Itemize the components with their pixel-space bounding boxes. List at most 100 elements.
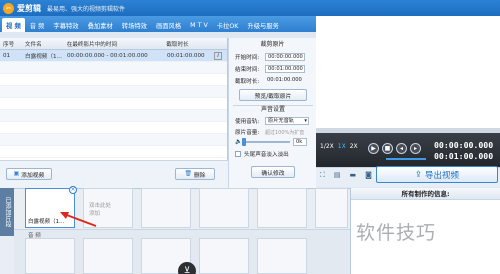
export-label: 导出视频 bbox=[425, 170, 460, 181]
audio-settings-title: 声音设置 bbox=[260, 106, 285, 113]
column-filename[interactable]: 文件名 bbox=[22, 40, 64, 48]
speed-half[interactable]: 1/2X bbox=[320, 143, 334, 150]
clip-duration-row: 截取时长: 00:01:00.000 bbox=[235, 77, 305, 85]
next-frame-icon[interactable]: ▸ bbox=[410, 143, 421, 154]
fade-label: 头尾声音淡入淡出 bbox=[244, 152, 289, 158]
confirm-changes-button[interactable]: 确认修改 bbox=[251, 166, 295, 178]
video-list-footer: ▣ 添加视频 🗑 删除 bbox=[0, 160, 228, 188]
trash-icon: 🗑 bbox=[184, 171, 192, 177]
player-controls bbox=[316, 133, 500, 167]
add-video-label: 添加视频 bbox=[21, 172, 45, 179]
current-time: 00:00:00.000 bbox=[434, 140, 494, 150]
audio-track-value: 原片无音轨 bbox=[268, 118, 294, 124]
end-time-input[interactable]: 00:01:00.000 bbox=[265, 65, 305, 73]
added-clips-label: 已添加片段 bbox=[0, 188, 14, 236]
table-row bbox=[0, 74, 227, 86]
clip-settings-title: 裁剪原片 bbox=[260, 41, 285, 48]
app-slogan: 最易用、强大的视频剪辑软件 bbox=[47, 5, 126, 13]
export-video-button[interactable]: ⇪ 导出视频 bbox=[376, 166, 498, 183]
stop-icon[interactable]: ■ bbox=[382, 143, 393, 154]
red-arrow-annotation bbox=[58, 210, 98, 228]
row-index: 01 bbox=[3, 52, 11, 59]
end-time-row: 结束时间: 00:01:00.000 bbox=[235, 65, 305, 73]
table-row[interactable]: 01 白露视频（1... 00:00:00.000 - 00:01:00.000… bbox=[0, 50, 227, 62]
save-icon[interactable]: ▤ bbox=[334, 171, 341, 180]
toolbar-icons: ⛶ ▤ ▬ ◙ bbox=[320, 171, 372, 180]
column-duration[interactable]: 截取时长 bbox=[163, 40, 213, 48]
tab-overlay-material[interactable]: 叠加素材 bbox=[84, 18, 117, 32]
prev-frame-icon[interactable]: ◂ bbox=[396, 143, 407, 154]
audio-track-label: 使用音轨: bbox=[235, 119, 260, 125]
delete-label: 删除 bbox=[193, 172, 206, 179]
info-title: 所有制作的信息: bbox=[351, 188, 500, 200]
volume-slider-handle[interactable] bbox=[241, 138, 246, 146]
table-row bbox=[0, 134, 227, 146]
audio-slot bbox=[199, 238, 249, 274]
tab-transition-effects[interactable]: 转场特效 bbox=[118, 18, 151, 32]
end-time-label: 结束时间: bbox=[235, 67, 260, 73]
watermark: 软件技巧 bbox=[356, 222, 437, 244]
table-row bbox=[0, 146, 227, 158]
start-time-label: 开始时间: bbox=[235, 55, 260, 61]
audio-track-row: 使用音轨: 原片无音轨 ▾ bbox=[235, 117, 309, 125]
tab-mtv[interactable]: M T V bbox=[186, 18, 212, 32]
audio-slot bbox=[257, 238, 307, 274]
player-volume-slider[interactable] bbox=[386, 158, 426, 160]
start-time-row: 开始时间: 00:00:00.000 bbox=[235, 53, 305, 61]
timeline-empty-slot bbox=[141, 188, 191, 228]
table-row bbox=[0, 110, 227, 122]
clip-duration-label: 截取时长: bbox=[235, 79, 260, 85]
volume-hint: 超过100%为扩音 bbox=[265, 129, 305, 136]
volume-input[interactable]: 0k bbox=[292, 138, 307, 146]
speaker-icon: 🔈 bbox=[235, 139, 242, 145]
table-row bbox=[0, 86, 227, 98]
preview-clip-button[interactable]: 预览/截取原片 bbox=[239, 89, 307, 101]
speed-normal[interactable]: 1X bbox=[338, 143, 346, 150]
film-icon: ▣ bbox=[13, 171, 20, 177]
table-row bbox=[0, 122, 227, 134]
tab-upgrade-service[interactable]: 升级与服务 bbox=[243, 18, 282, 32]
total-time: 00:01:00.000 bbox=[434, 151, 494, 161]
fullscreen-icon[interactable]: ⛶ bbox=[320, 171, 325, 180]
volume-label: 原片音量: bbox=[235, 130, 260, 136]
row-duration: 00:01:00.000 bbox=[167, 52, 205, 59]
timeline-empty-slot bbox=[199, 188, 249, 228]
delete-button[interactable]: 🗑 删除 bbox=[175, 168, 215, 180]
clip-close-icon[interactable]: × bbox=[69, 186, 77, 194]
info-icon[interactable]: i bbox=[214, 51, 222, 60]
app-logo-icon: ✂ bbox=[3, 2, 14, 14]
row-span: 00:00:00.000 - 00:01:00.000 bbox=[67, 52, 148, 59]
timeline-empty-slot bbox=[315, 188, 348, 228]
folder-icon[interactable]: ▬ bbox=[350, 171, 357, 180]
camera-icon[interactable]: ◙ bbox=[365, 171, 372, 180]
timeline-cursor-icon[interactable]: ⊻ bbox=[178, 262, 196, 274]
column-final-time[interactable]: 在最终影片中的时间 bbox=[64, 40, 164, 48]
column-index[interactable]: 序号 bbox=[0, 40, 22, 48]
start-time-input[interactable]: 00:00:00.000 bbox=[265, 53, 305, 61]
clip-settings-panel: 裁剪原片 开始时间: 00:00:00.000 结束时间: 00:01:00.0… bbox=[228, 38, 316, 188]
volume-row: 原片音量: 超过100%为扩音 bbox=[235, 128, 305, 137]
tab-subtitle-effects[interactable]: 字幕特效 bbox=[49, 18, 82, 32]
audio-track-select[interactable]: 原片无音轨 ▾ bbox=[265, 117, 309, 125]
export-icon: ⇪ bbox=[414, 169, 423, 180]
fade-checkbox[interactable] bbox=[235, 151, 241, 157]
video-list-header: 序号 文件名 在最终影片中的时间 截取时长 bbox=[0, 38, 227, 50]
tab-audio[interactable]: 音 频 bbox=[26, 18, 49, 32]
timeline-empty-slot bbox=[257, 188, 307, 228]
volume-slider-row: 🔈 0k bbox=[235, 138, 307, 146]
table-row bbox=[0, 98, 227, 110]
speed-double[interactable]: 2X bbox=[350, 143, 358, 150]
tab-video[interactable]: 视 频 bbox=[2, 18, 25, 32]
title-bar: ✂ 爱剪辑 最易用、强大的视频剪辑软件 bbox=[0, 0, 500, 16]
add-video-button[interactable]: ▣ 添加视频 bbox=[6, 168, 52, 180]
table-row bbox=[0, 62, 227, 74]
audio-slot bbox=[25, 238, 75, 274]
fade-row: 头尾声音淡入淡出 bbox=[235, 150, 289, 158]
audio-slot bbox=[83, 238, 133, 274]
red-arrow-icon bbox=[60, 212, 97, 227]
tab-picture-style[interactable]: 画面风格 bbox=[152, 18, 185, 32]
tab-karaoke[interactable]: 卡拉OK bbox=[213, 18, 243, 32]
volume-slider[interactable] bbox=[241, 138, 290, 146]
play-icon[interactable]: ▶ bbox=[368, 143, 379, 154]
app-name: 爱剪辑 bbox=[17, 3, 41, 13]
